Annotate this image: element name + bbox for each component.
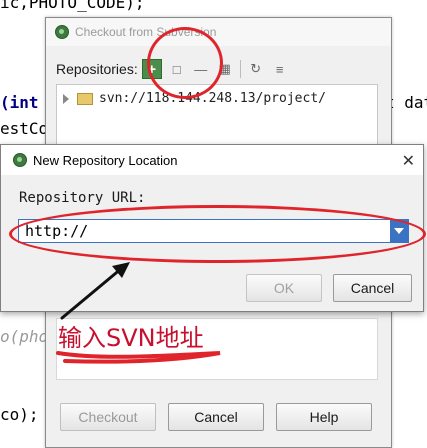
close-icon[interactable]: ✕ (402, 151, 415, 171)
code-line: o(pho (0, 327, 49, 346)
app-icon (55, 25, 69, 39)
repository-url-label: Repository URL: (19, 190, 146, 206)
folder-icon (77, 92, 93, 105)
ok-button[interactable]: OK (246, 274, 322, 302)
app-icon (13, 153, 27, 167)
help-button[interactable]: Help (276, 403, 372, 431)
new-repository-cancel-button[interactable]: Cancel (333, 274, 412, 302)
collapse-icon[interactable]: ≡ (271, 60, 289, 78)
code-line: (int (0, 93, 39, 112)
toolbar-separator (239, 60, 241, 78)
expand-arrow-icon[interactable] (63, 93, 69, 104)
checkout-button[interactable]: Checkout (60, 403, 156, 431)
new-repository-titlebar: New Repository Location (1, 145, 423, 175)
repositories-label: Repositories: (56, 61, 138, 77)
annotation-underline (56, 351, 221, 364)
repository-url: svn://118.144.248.13/project/ (99, 91, 326, 106)
checkout-titlebar: Checkout from Subversion (46, 18, 391, 46)
code-line: co); (0, 405, 39, 424)
checkout-cancel-button[interactable]: Cancel (168, 403, 264, 431)
code-line: estCo (0, 119, 49, 138)
code-line: ic,PHOTO_CODE); (0, 0, 145, 12)
refresh-icon[interactable]: ↻ (247, 60, 265, 78)
annotation-circle (147, 27, 223, 99)
annotation-oval (9, 205, 426, 263)
new-repository-title: New Repository Location (33, 152, 178, 168)
